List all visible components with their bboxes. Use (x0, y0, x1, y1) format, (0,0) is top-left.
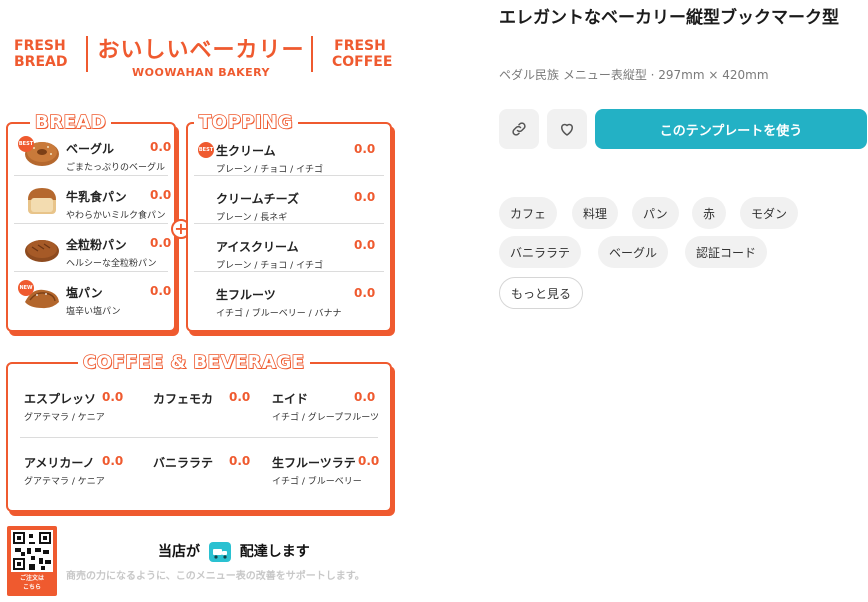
milk-bread-icon (28, 188, 56, 214)
header-right-line2: COFFEE (332, 54, 393, 70)
show-more-button[interactable]: もっと見る (499, 277, 584, 309)
tag-chip[interactable]: 料理 (572, 197, 619, 229)
bread-item-name: 塩パン (66, 286, 103, 300)
beverage-divider (20, 437, 378, 438)
tag-chip[interactable]: 認証コード (685, 236, 768, 268)
best-badge: BEST (198, 142, 214, 158)
topping-item-price: 0.0 (354, 286, 376, 300)
bread-item-price: 0.0 (150, 284, 172, 298)
bread-item-name: 全粒粉パン (66, 238, 127, 252)
topping-item-price: 0.0 (354, 142, 376, 156)
delivery-message: 当店が 配達します (158, 541, 310, 562)
tag-chip[interactable]: モダン (740, 197, 799, 229)
delivery-message-after: 配達します (239, 544, 310, 560)
bread-item: NEW 塩パン 0.0 塩辛い塩パン (14, 272, 172, 320)
header-fresh-coffee: FRESH COFFEE (332, 38, 393, 70)
tag-chip[interactable]: 赤 (692, 197, 727, 229)
topping-item: 生フルーツ 0.0 イチゴ / ブルーベリー / バナナ (194, 272, 384, 320)
tag-chip[interactable]: パン (632, 197, 679, 229)
beverage-item-desc: イチゴ / グレープフルーツ (272, 413, 380, 423)
beverage-item-name: アメリカーノ (24, 456, 95, 470)
tag-chip[interactable]: バニララテ (499, 236, 582, 268)
bread-item-price: 0.0 (150, 236, 172, 250)
topping-item-name: アイスクリーム (216, 240, 299, 254)
heart-icon (561, 123, 573, 136)
bread-item-desc: ごまたっぷりのベーグル (66, 163, 166, 173)
bread-item: 牛乳食パン 0.0 やわらかいミルク食パン (14, 176, 172, 224)
topping-item-price: 0.0 (354, 190, 376, 204)
topping-item-desc: プレーン / チョコ / イチゴ (216, 261, 324, 271)
like-button[interactable] (547, 109, 587, 149)
bread-item-price: 0.0 (150, 188, 172, 202)
best-badge: BEST (18, 136, 34, 152)
topping-item-desc: プレーン / 長ネギ (216, 213, 288, 223)
whole-wheat-bread-icon (25, 240, 59, 262)
topping-item: アイスクリーム 0.0 プレーン / チョコ / イチゴ (194, 224, 384, 272)
beverage-item-desc: グアテマラ / ケニア (24, 477, 105, 487)
bread-panel: BREAD BEST ベーグル 0.0 ごまたっぷりのベーグル 牛乳食パン 0.… (6, 111, 176, 332)
topping-panel: TOPPING BEST 生クリーム 0.0 プレーン / チョコ / イチゴ … (186, 111, 392, 332)
beverage-item-name: エスプレッソ (24, 392, 97, 406)
beverage-panel-title: COFFEE & BEVERAGE (78, 351, 310, 374)
header-left-line2: BREAD (14, 54, 68, 70)
topping-item: クリームチーズ 0.0 プレーン / 長ネギ (194, 176, 384, 224)
beverage-item-desc: イチゴ / ブルーベリー (272, 477, 362, 487)
qr-code-icon (11, 530, 53, 572)
bread-item-desc: 塩辛い塩パン (66, 307, 121, 317)
bread-item-price: 0.0 (150, 140, 172, 154)
qr-label-line1: ご注文は (19, 575, 44, 582)
topping-item-name: クリームチーズ (216, 192, 300, 206)
new-badge: NEW (18, 280, 34, 296)
beverage-item-price: 0.0 (354, 390, 376, 404)
tag-chip[interactable]: カフェ (499, 197, 558, 229)
template-title: エレガントなベーカリー縦型ブックマーク型 (499, 8, 839, 28)
topping-item: BEST 生クリーム 0.0 プレーン / チョコ / イチゴ (194, 128, 384, 176)
beverage-item-name: 生フルーツラテ (272, 456, 356, 470)
beverage-item-price: 0.0 (102, 454, 124, 468)
beverage-item-name: カフェモカ (153, 392, 214, 406)
topping-item-name: 生クリーム (216, 144, 276, 158)
beverage-item-name: バニララテ (153, 456, 214, 470)
template-meta: ペダル民族 メニュー表縦型 · 297mm × 420mm (499, 68, 769, 82)
topping-item-desc: イチゴ / ブルーベリー / バナナ (216, 309, 342, 319)
qr-label-line2: こちら (22, 584, 41, 591)
bread-item: BEST ベーグル 0.0 ごまたっぷりのベーグル (14, 128, 172, 176)
qr-label: ご注文は こちら (7, 574, 57, 592)
menu-title: おいしいベーカリー (97, 38, 305, 63)
beverage-item-price: 0.0 (229, 390, 251, 404)
bread-item: 全粒粉パン 0.0 ヘルシーな全粒粉パン (14, 224, 172, 272)
bread-item-desc: やわらかいミルク食パン (66, 211, 166, 221)
topping-item-desc: プレーン / チョコ / イチゴ (216, 165, 324, 175)
tag-chip[interactable]: ベーグル (598, 236, 669, 268)
header-left-line1: FRESH (14, 38, 66, 54)
link-icon (512, 122, 526, 136)
beverage-panel: COFFEE & BEVERAGE エスプレッソ 0.0 グアテマラ / ケニア… (6, 351, 392, 512)
header-divider-right (311, 36, 313, 72)
bread-item-name: ベーグル (66, 142, 115, 156)
delivery-note: 商売の力になるように、このメニュー表の改善をサポートします。 (66, 571, 365, 582)
header-fresh-bread: FRESH BREAD (14, 38, 68, 70)
delivery-logo-icon (208, 542, 231, 562)
bread-item-name: 牛乳食パン (66, 190, 127, 204)
header-right-line1: FRESH (334, 38, 386, 54)
menu-subtitle: WOOWAHAN BAKERY (131, 66, 270, 79)
beverage-item-price: 0.0 (102, 390, 124, 404)
qr-code[interactable]: ご注文は こちら (7, 526, 57, 596)
beverage-item-desc: グアテマラ / ケニア (24, 413, 105, 423)
header-divider-left (86, 36, 88, 72)
beverage-item-name: エイド (272, 392, 309, 406)
bread-item-desc: ヘルシーな全粒粉パン (66, 259, 157, 269)
copy-link-button[interactable] (499, 109, 539, 149)
beverage-item-price: 0.0 (358, 454, 380, 468)
use-template-button[interactable]: このテンプレートを使う (595, 109, 867, 149)
topping-item-price: 0.0 (354, 238, 376, 252)
beverage-item-price: 0.0 (229, 454, 251, 468)
menu-preview: FRESH BREAD おいしいベーカリー WOOWAHAN BAKERY FR… (0, 0, 400, 602)
topping-item-name: 生フルーツ (216, 288, 276, 302)
delivery-message-before: 当店が (158, 544, 200, 560)
